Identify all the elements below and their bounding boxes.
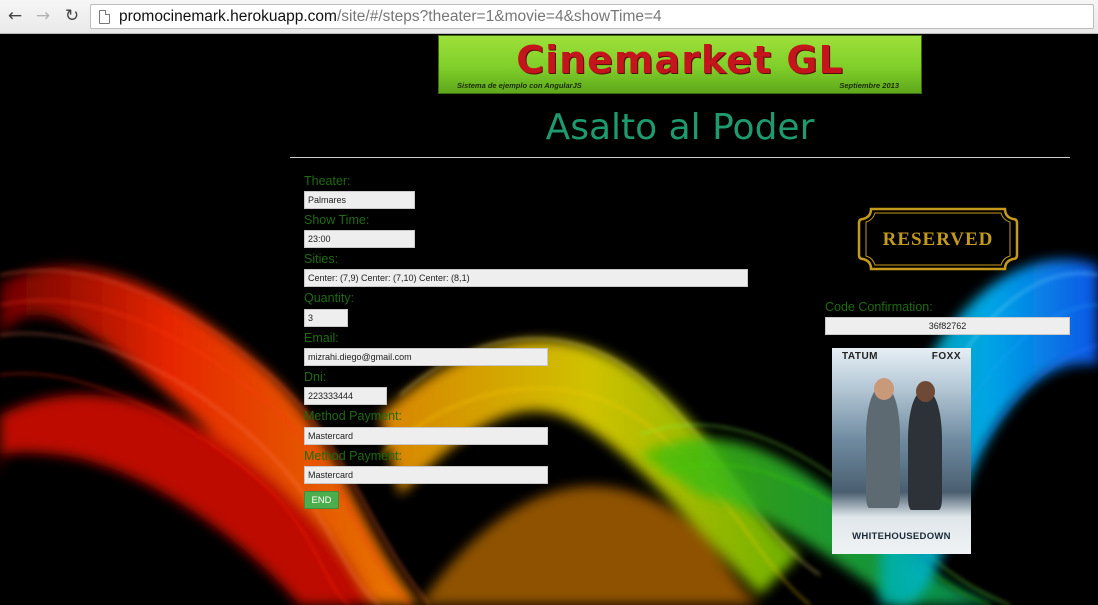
quantity-label: Quantity: — [304, 291, 355, 305]
poster-head-right — [916, 381, 935, 402]
show-time-field[interactable]: 23:00 — [304, 230, 415, 248]
site-banner: Cinemarket GL Sistema de ejemplo con Ang… — [438, 35, 922, 94]
poster-actor-left: TATUM — [842, 351, 879, 362]
poster-title: WHITEHOUSEDOWN — [852, 531, 951, 542]
banner-subtitle: Sistema de ejemplo con AngularJS — [457, 81, 582, 90]
poster-actor-right: FOXX — [931, 351, 961, 362]
banner-date: Septiembre 2013 — [839, 81, 899, 90]
sities-field[interactable]: Center: (7,9) Center: (7,10) Center: (8,… — [304, 269, 748, 287]
address-bar[interactable]: promocinemark.herokuapp.com/site/#/steps… — [90, 4, 1094, 29]
email-label: Email: — [304, 331, 339, 345]
poster-head-left — [874, 378, 894, 400]
method-payment-field-2[interactable]: Mastercard — [304, 466, 548, 484]
page-content: Cinemarket GL Sistema de ejemplo con Ang… — [0, 35, 1098, 605]
poster-figure-right — [908, 392, 942, 510]
dni-label: Dni: — [304, 370, 327, 384]
email-field[interactable]: mizrahi.diego@gmail.com — [304, 348, 548, 366]
dni-field[interactable]: 223333444 — [304, 387, 387, 405]
stamp-text: RESERVED — [882, 229, 994, 250]
sities-label: Sities: — [304, 252, 339, 266]
poster-credits: TATUM FOXX — [832, 351, 971, 362]
url-text: promocinemark.herokuapp.com/site/#/steps… — [119, 7, 662, 25]
end-button[interactable]: END — [304, 491, 339, 509]
method-payment-field[interactable]: Mastercard — [304, 427, 548, 445]
page-icon — [99, 9, 110, 24]
movie-poster: TATUM FOXX WHITEHOUSEDOWN — [832, 348, 971, 554]
method-payment-label-2: Method Payment: — [304, 449, 402, 463]
theater-field[interactable]: Palmares — [304, 191, 415, 209]
page-title: Asalto al Poder — [545, 107, 815, 148]
back-arrow-icon[interactable]: ← — [4, 5, 26, 27]
theater-label: Theater: — [304, 174, 351, 188]
forward-arrow-icon[interactable]: → — [32, 5, 54, 27]
reserved-stamp: RESERVED — [857, 207, 1019, 271]
show-time-label: Show Time: — [304, 213, 370, 227]
quantity-field[interactable]: 3 — [304, 309, 348, 327]
code-confirmation-label: Code Confirmation: — [825, 300, 933, 314]
poster-figure-left — [866, 388, 900, 508]
code-confirmation-field[interactable]: 36f82762 — [825, 317, 1070, 335]
method-payment-label: Method Payment: — [304, 409, 402, 423]
browser-toolbar: ← → ↻ promocinemark.herokuapp.com/site/#… — [0, 0, 1098, 34]
divider — [290, 157, 1070, 158]
banner-title: Cinemarket GL — [516, 38, 844, 82]
reload-icon[interactable]: ↻ — [61, 5, 83, 27]
